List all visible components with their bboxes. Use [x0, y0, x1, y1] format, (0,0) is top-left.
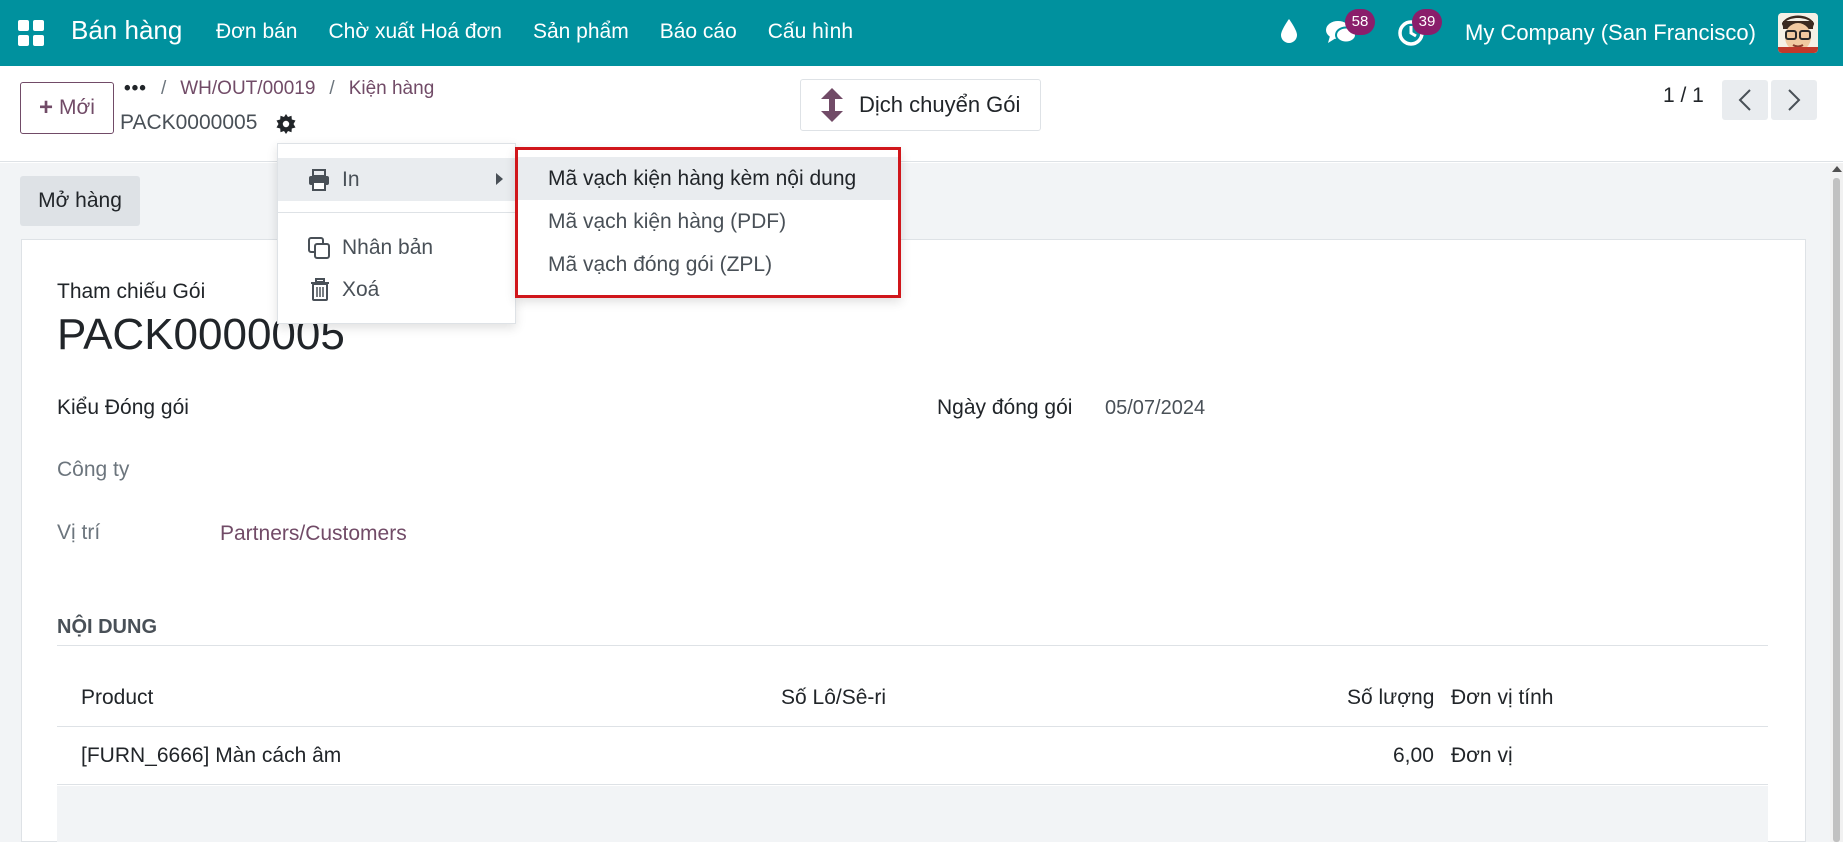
user-avatar[interactable] [1778, 13, 1818, 53]
column-header-lot[interactable]: Số Lô/Sê-ri [781, 686, 886, 710]
droplet-icon[interactable] [1280, 18, 1298, 44]
unpack-button[interactable]: Mở hàng [20, 176, 140, 226]
table-cell-uom[interactable]: Đơn vị [1451, 744, 1513, 768]
pager-previous-button[interactable] [1722, 80, 1768, 120]
top-navbar: Bán hàng Đơn bán Chờ xuất Hoá đơn Sản ph… [0, 0, 1843, 66]
pager-value[interactable]: 1 / 1 [1663, 84, 1704, 108]
scroll-up-arrow-icon[interactable] [1832, 166, 1842, 172]
avatar-face-icon [1778, 13, 1818, 53]
chat-count-badge: 58 [1345, 9, 1375, 35]
action-delete[interactable]: Xoá [278, 268, 515, 311]
column-header-product[interactable]: Product [81, 686, 153, 710]
scrollbar-thumb[interactable] [1833, 178, 1840, 842]
breadcrumb-item-delivery[interactable]: WH/OUT/00019 [180, 78, 315, 100]
action-duplicate[interactable]: Nhân bản [278, 226, 515, 269]
action-duplicate-label: Nhân bản [342, 235, 434, 259]
section-divider [57, 645, 1768, 646]
gear-icon[interactable] [276, 114, 296, 134]
move-package-label: Dịch chuyển Gói [859, 92, 1021, 117]
column-header-uom[interactable]: Đơn vị tính [1451, 686, 1553, 710]
pack-date-value[interactable]: 05/07/2024 [1105, 397, 1205, 420]
pager-next-button[interactable] [1771, 80, 1817, 120]
action-print-label: In [342, 167, 360, 191]
column-header-quantity[interactable]: Số lượng [1347, 686, 1434, 710]
table-cell-product[interactable]: [FURN_6666] Màn cách âm [81, 744, 341, 768]
company-switcher[interactable]: My Company (San Francisco) [1465, 20, 1756, 46]
print-package-barcode-pdf[interactable]: Mã vạch kiện hàng (PDF) [518, 200, 898, 243]
menu-item-orders[interactable]: Đơn bán [216, 20, 298, 44]
up-down-arrow-icon [821, 88, 843, 122]
breadcrumb-item-packages[interactable]: Kiện hàng [349, 78, 435, 100]
table-cell-quantity[interactable]: 6,00 [1393, 744, 1434, 768]
caret-right-icon [496, 173, 503, 185]
chevron-right-icon [1788, 89, 1801, 111]
chevron-left-icon [1738, 89, 1751, 111]
printer-icon [309, 169, 329, 191]
package-type-label: Kiểu Đóng gói [57, 396, 189, 419]
copy-icon [308, 237, 330, 259]
menu-item-configuration[interactable]: Cấu hình [768, 20, 853, 44]
current-record-name: PACK0000005 [120, 111, 258, 134]
pack-date-label: Ngày đóng gói [937, 396, 1073, 419]
move-package-button[interactable]: Dịch chuyển Gói [800, 79, 1041, 131]
actions-dropdown: In Nhân bản Xoá [277, 143, 516, 324]
breadcrumb-more[interactable]: ••• [124, 78, 147, 100]
new-button[interactable]: + Mới [20, 82, 114, 134]
print-submenu: Mã vạch kiện hàng kèm nội dung Mã vạch k… [515, 147, 901, 298]
table-row-divider [57, 784, 1768, 785]
activity-count-badge: 39 [1412, 9, 1442, 35]
apps-menu-icon[interactable] [18, 20, 44, 46]
print-package-barcode-zpl[interactable]: Mã vạch đóng gói (ZPL) [518, 243, 898, 286]
main-menu: Đơn bán Chờ xuất Hoá đơn Sản phẩm Báo cá… [216, 20, 853, 44]
new-button-label: Mới [59, 96, 95, 119]
trash-icon [311, 278, 329, 301]
action-delete-label: Xoá [342, 277, 380, 301]
table-footer-area [57, 786, 1768, 842]
plus-icon: + [39, 94, 54, 121]
breadcrumb: ••• / WH/OUT/00019 / Kiện hàng [124, 78, 434, 100]
contents-section-title: NỘI DUNG [57, 616, 157, 638]
location-value[interactable]: Partners/Customers [220, 522, 407, 546]
app-name[interactable]: Bán hàng [71, 15, 182, 46]
dropdown-divider [278, 212, 515, 213]
table-header-divider [57, 726, 1768, 727]
breadcrumb-separator: / [160, 78, 167, 99]
menu-item-to-invoice[interactable]: Chờ xuất Hoá đơn [329, 20, 502, 44]
menu-item-products[interactable]: Sản phẩm [533, 20, 629, 44]
action-print[interactable]: In [278, 158, 515, 201]
breadcrumb-separator: / [329, 78, 335, 99]
menu-item-reporting[interactable]: Báo cáo [660, 20, 737, 44]
print-package-barcode-with-content[interactable]: Mã vạch kiện hàng kèm nội dung [518, 157, 898, 200]
package-reference-label: Tham chiếu Gói [57, 280, 206, 303]
location-label: Vị trí [57, 521, 101, 544]
company-label: Công ty [57, 458, 130, 481]
